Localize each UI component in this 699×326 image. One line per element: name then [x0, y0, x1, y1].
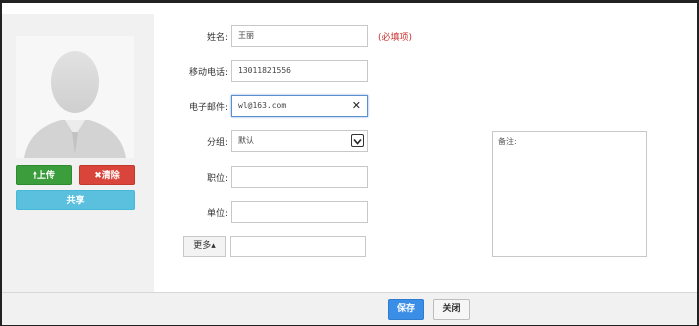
email-label: 电子邮件:	[188, 103, 228, 113]
more-field[interactable]	[230, 236, 366, 257]
share-button[interactable]: 共享	[16, 190, 135, 210]
group-select[interactable]: 默认	[231, 130, 368, 152]
email-field[interactable]: wl@163.com ✕	[231, 95, 368, 117]
clear-button[interactable]: ✖清除	[79, 165, 135, 185]
close-icon: ✖	[94, 171, 102, 181]
dialog-footer	[2, 292, 697, 325]
save-button[interactable]: 保存	[388, 299, 424, 320]
upload-button[interactable]: 🠕上传	[16, 165, 72, 185]
notes-textarea[interactable]: 备注:	[492, 131, 647, 257]
more-button[interactable]: 更多▴	[183, 236, 226, 257]
chevron-down-icon[interactable]	[351, 134, 364, 147]
required-note: (必填项)	[378, 33, 413, 43]
position-label: 职位:	[206, 174, 228, 184]
mobile-field[interactable]: 13011821556	[231, 60, 368, 82]
clear-input-icon[interactable]: ✕	[352, 96, 361, 116]
group-label: 分组:	[206, 138, 228, 148]
mobile-label: 移动电话:	[188, 68, 228, 78]
name-field[interactable]: 王丽	[231, 25, 368, 47]
avatar	[16, 36, 134, 158]
avatar-silhouette-icon	[16, 36, 134, 158]
company-label: 单位:	[206, 209, 228, 219]
company-field[interactable]	[231, 201, 368, 223]
position-field[interactable]	[231, 166, 368, 188]
close-button[interactable]: 关闭	[433, 299, 470, 320]
name-label: 姓名:	[206, 33, 228, 43]
